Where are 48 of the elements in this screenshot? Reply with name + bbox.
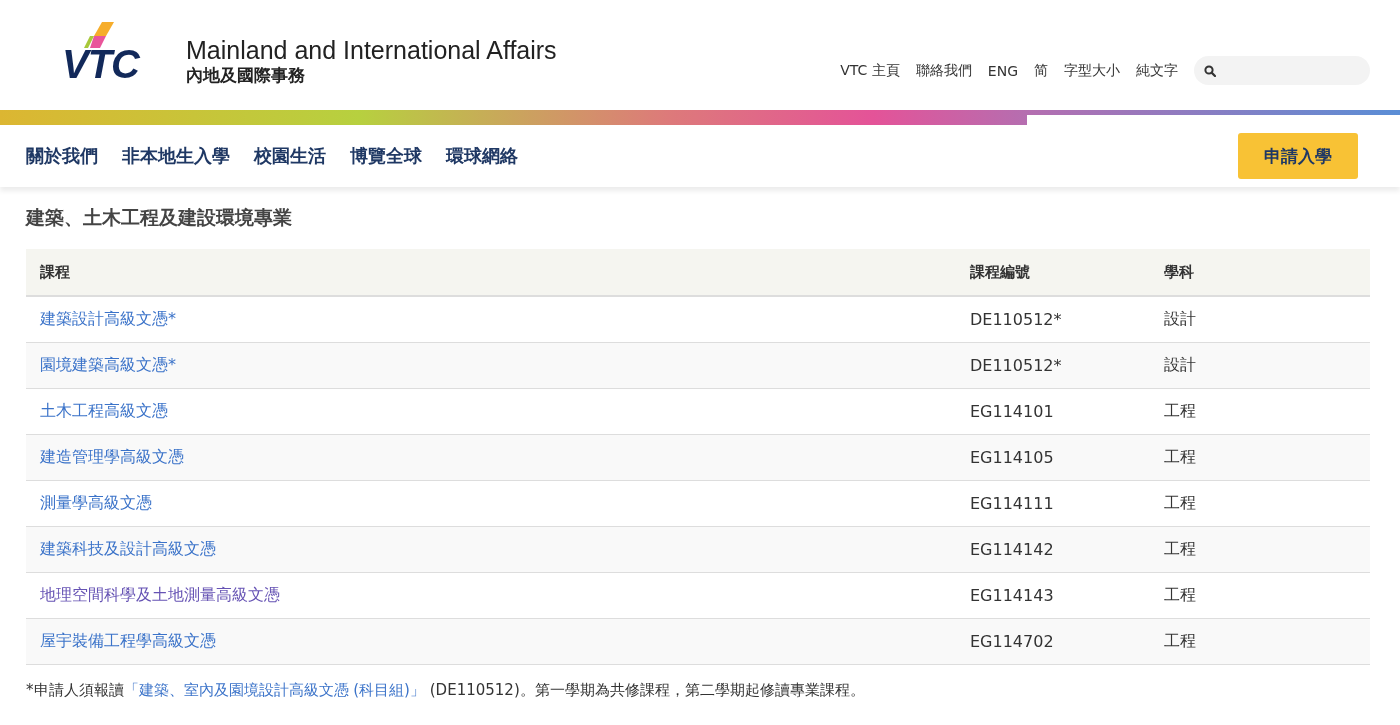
utility-link[interactable]: ENG xyxy=(987,62,1018,79)
course-link[interactable]: 園境建築高級文憑* xyxy=(40,355,176,374)
course-link[interactable]: 測量學高級文憑 xyxy=(40,493,152,512)
nav-link[interactable]: 校園生活 xyxy=(254,144,326,168)
course-code: EG114143 xyxy=(970,586,1054,605)
subject-text: 工程 xyxy=(1164,401,1196,420)
course-code: EG114142 xyxy=(970,540,1054,559)
course-link[interactable]: 屋宇裝備工程學高級文憑 xyxy=(40,631,216,650)
nav-link[interactable]: 環球網絡 xyxy=(446,144,518,168)
course-link[interactable]: 建築科技及設計高級文憑 xyxy=(40,539,216,558)
course-code: EG114101 xyxy=(970,402,1054,421)
utility-link[interactable]: 聯絡我們 xyxy=(915,61,972,80)
course-link[interactable]: 土木工程高級文憑 xyxy=(40,401,168,420)
subject-text: 設計 xyxy=(1164,355,1196,374)
course-code: DE110512* xyxy=(970,310,1062,329)
footnote: *申請人須報讀「建築、室內及園境設計高級文憑 (科目組)」 (DE110512)。第一學期為共修課程，第二學期起修讀專業課程。 xyxy=(26,681,866,700)
column-header: 課程 xyxy=(26,249,956,296)
course-code: EG114105 xyxy=(970,448,1054,467)
course-code: EG114702 xyxy=(970,632,1054,651)
logo-text[interactable]: VTC xyxy=(62,42,139,86)
course-code: DE110512* xyxy=(970,356,1062,375)
nav-link[interactable]: 關於我們 xyxy=(26,144,98,168)
course-link[interactable]: 地理空間科學及土地測量高級文憑 xyxy=(40,585,280,604)
section-title: 建築、土木工程及建設環境專業 xyxy=(26,205,293,230)
course-code: EG114111 xyxy=(970,494,1054,513)
footnote-link[interactable]: 「建築、室內及園境設計高級文憑 (科目組)」 xyxy=(123,681,425,699)
subject-text: 設計 xyxy=(1164,309,1196,328)
course-link[interactable]: 建造管理學高級文憑 xyxy=(40,447,184,466)
nav-link[interactable]: 非本地生入學 xyxy=(122,144,230,168)
column-header: 課程編號 xyxy=(956,249,1150,296)
subject-text: 工程 xyxy=(1164,447,1196,466)
utility-link[interactable]: 字型大小 xyxy=(1064,61,1120,80)
subject-text: 工程 xyxy=(1164,585,1196,604)
subject-text: 工程 xyxy=(1164,539,1196,558)
logo-stripes-icon xyxy=(84,22,114,48)
apply-button[interactable]: 申請入學 xyxy=(1238,133,1358,179)
utility-link[interactable]: VTC 主頁 xyxy=(840,61,900,80)
column-header: 學科 xyxy=(1150,249,1370,296)
nav-link[interactable]: 博覽全球 xyxy=(350,144,422,168)
subject-text: 工程 xyxy=(1164,493,1196,512)
site-title: Mainland and International Affairs xyxy=(186,36,557,64)
subject-text: 工程 xyxy=(1164,631,1196,650)
utility-link[interactable]: 简 xyxy=(1034,61,1048,80)
search-field[interactable] xyxy=(1194,56,1370,85)
site-subtitle: 內地及國際事務 xyxy=(186,64,306,86)
course-link[interactable]: 建築設計高級文憑* xyxy=(40,309,176,328)
utility-link[interactable]: 純文字 xyxy=(1136,61,1178,80)
search-icon xyxy=(1204,64,1216,77)
